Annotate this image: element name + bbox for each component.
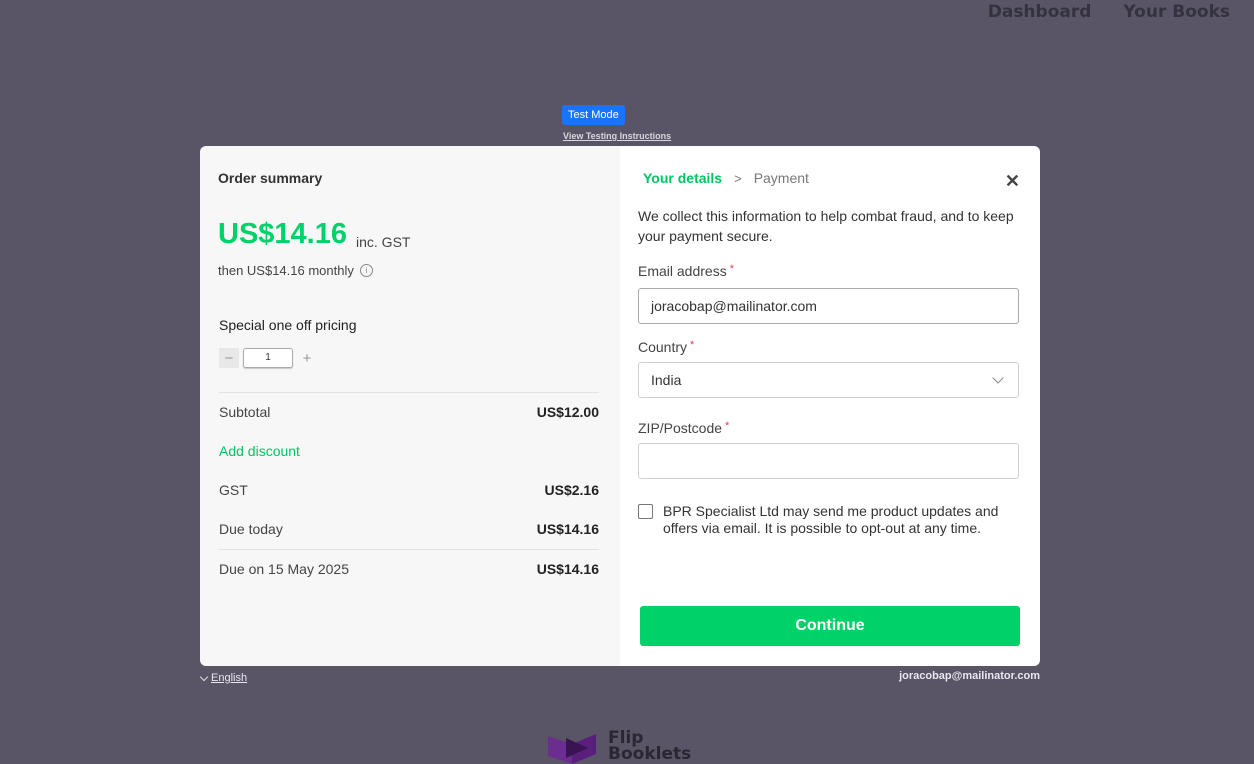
- chevron-down-icon: [992, 372, 1004, 384]
- footer-email: joracobap@mailinator.com: [899, 670, 1040, 682]
- country-value: India: [651, 372, 682, 388]
- add-discount-link[interactable]: Add discount: [219, 443, 300, 459]
- order-summary-panel: Order summary US$14.16 inc. GST then US$…: [200, 146, 620, 666]
- due-today-row: Due today US$14.16: [219, 521, 599, 537]
- zip-label-text: ZIP/Postcode: [638, 420, 723, 436]
- country-label-text: Country: [638, 339, 688, 355]
- due-today-value: US$14.16: [536, 521, 599, 537]
- chevron-down-icon: [199, 672, 209, 681]
- language-label: English: [211, 672, 248, 684]
- test-mode-badge: Test Mode: [562, 105, 625, 125]
- recurring-price-text: then US$14.16 monthly: [218, 263, 354, 278]
- subtotal-value: US$12.00: [536, 404, 599, 420]
- details-panel: Your details > Payment ✕ We collect this…: [620, 146, 1040, 666]
- logo-wordmark: Flip Booklets: [608, 730, 692, 764]
- continue-button[interactable]: Continue: [640, 606, 1020, 646]
- subtotal-row: Subtotal US$12.00: [219, 404, 599, 420]
- required-asterisk: *: [690, 339, 695, 351]
- checkout-modal: Order summary US$14.16 inc. GST then US$…: [200, 146, 1040, 666]
- zip-field[interactable]: [638, 443, 1019, 479]
- intro-text: We collect this information to help comb…: [638, 208, 1014, 244]
- top-nav: Dashboard Your Books: [988, 0, 1230, 24]
- email-label-text: Email address: [638, 263, 727, 279]
- order-summary-title: Order summary: [218, 170, 323, 186]
- marketing-consent: BPR Specialist Ltd may send me product u…: [638, 503, 1019, 537]
- info-icon[interactable]: i: [359, 264, 373, 277]
- discount-row: Add discount: [219, 443, 599, 459]
- email-label: Email address *: [638, 263, 734, 279]
- checkout-steps: Your details > Payment: [643, 170, 809, 186]
- quantity-input[interactable]: 1: [243, 348, 293, 368]
- nav-your-books-link[interactable]: Your Books: [1123, 0, 1230, 24]
- step-your-details[interactable]: Your details: [643, 170, 722, 186]
- gst-value: US$2.16: [544, 482, 599, 498]
- due-today-label: Due today: [219, 521, 283, 537]
- divider: [219, 392, 599, 393]
- step-payment: Payment: [753, 170, 809, 186]
- increment-button[interactable]: +: [297, 348, 317, 368]
- due-on-row: Due on 15 May 2025 US$14.16: [219, 561, 599, 577]
- quantity-stepper: − 1 +: [219, 348, 317, 368]
- country-select[interactable]: India: [638, 362, 1019, 398]
- nav-dashboard-link[interactable]: Dashboard: [988, 0, 1092, 24]
- due-on-label: Due on 15 May 2025: [219, 561, 349, 577]
- total-price: US$14.16: [218, 218, 347, 250]
- flipbooklets-logo: Flip Booklets: [548, 730, 691, 764]
- decrement-button[interactable]: −: [219, 348, 239, 368]
- due-on-value: US$14.16: [536, 561, 599, 577]
- subtotal-label: Subtotal: [219, 404, 271, 420]
- pricing-label: Special one off pricing: [219, 317, 357, 333]
- email-field[interactable]: joracobap@mailinator.com: [638, 288, 1019, 324]
- price-suffix: inc. GST: [356, 234, 411, 250]
- testing-instructions-link[interactable]: View Testing Instructions: [563, 131, 671, 141]
- consent-text: BPR Specialist Ltd may send me product u…: [663, 503, 999, 536]
- logo-line-2: Booklets: [608, 744, 692, 764]
- close-icon[interactable]: ✕: [1005, 172, 1020, 190]
- required-asterisk: *: [729, 263, 734, 275]
- recurring-price: then US$14.16 monthly i: [218, 263, 373, 278]
- zip-label: ZIP/Postcode *: [638, 420, 729, 436]
- consent-checkbox[interactable]: [638, 504, 653, 519]
- chevron-right-icon: >: [734, 170, 742, 186]
- divider: [219, 549, 599, 550]
- language-selector[interactable]: English: [199, 672, 248, 684]
- gst-label: GST: [219, 482, 248, 498]
- gst-row: GST US$2.16: [219, 482, 599, 498]
- country-label: Country *: [638, 339, 694, 355]
- book-play-icon: [548, 734, 596, 764]
- required-asterisk: *: [725, 420, 730, 432]
